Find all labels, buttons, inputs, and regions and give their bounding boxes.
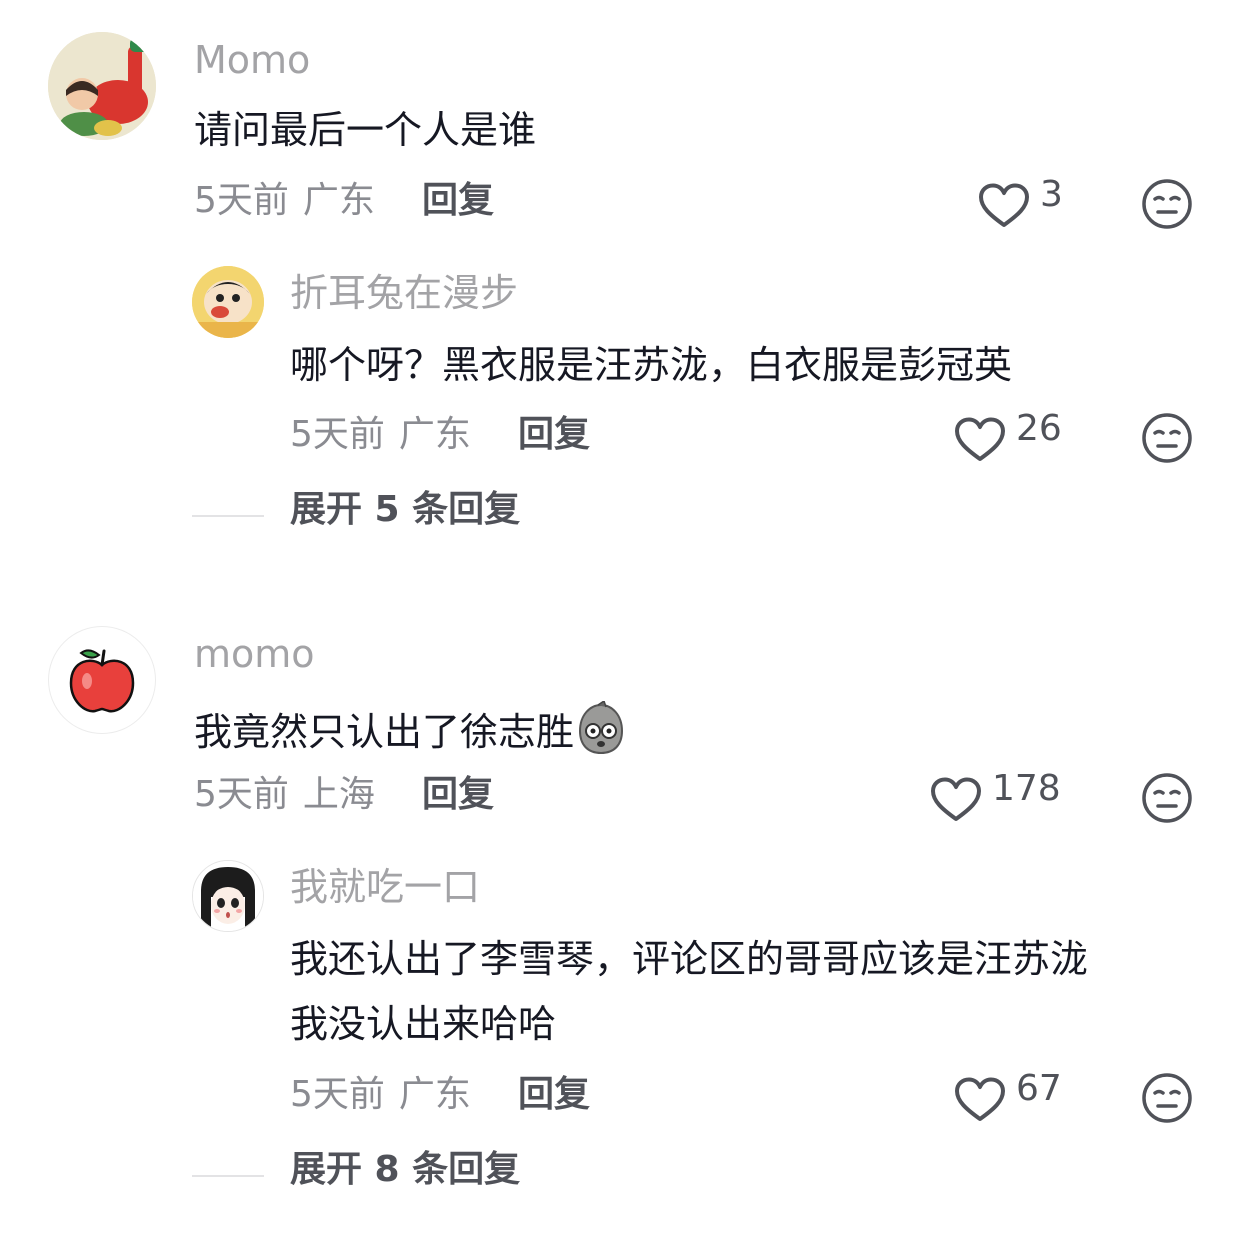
like-count: 178: [992, 768, 1061, 809]
comment-text-content: 我竟然只认出了徐志胜: [194, 710, 575, 754]
reply-button[interactable]: 回复: [422, 183, 494, 219]
comment-meta: 5天前 上海: [194, 777, 375, 813]
dislike-button[interactable]: [1141, 412, 1193, 468]
neutral-face-icon: [1142, 773, 1192, 823]
neutral-face-icon: [1142, 413, 1192, 463]
comment-meta: 5天前 广东: [194, 183, 375, 219]
heart-outline-icon: [955, 1077, 1005, 1121]
comment-username[interactable]: momo: [194, 635, 315, 673]
reply-button[interactable]: 回复: [422, 777, 494, 813]
heart-outline-icon: [979, 183, 1029, 227]
like-button[interactable]: 3: [978, 177, 1063, 229]
dislike-button[interactable]: [1141, 178, 1193, 234]
cartoon-avatar-icon: [192, 266, 264, 338]
heart-outline-icon: [931, 777, 981, 821]
anime-girl-avatar-icon: [193, 861, 263, 931]
avatar[interactable]: [48, 626, 156, 734]
expand-replies-button[interactable]: 展开 5 条回复: [290, 492, 520, 528]
reply-text-line-2: 我没认出来哈哈: [290, 1002, 557, 1046]
dislike-button[interactable]: [1141, 772, 1193, 828]
dislike-button[interactable]: [1141, 1072, 1193, 1128]
reply-location: 广东: [398, 1074, 471, 1115]
comment-location: 上海: [302, 774, 375, 815]
comment-username[interactable]: Momo: [194, 41, 310, 79]
like-count: 26: [1016, 408, 1062, 449]
expand-divider: [192, 1175, 264, 1177]
comment-text: 我竟然只认出了徐志胜: [194, 699, 626, 757]
avatar[interactable]: [192, 860, 264, 932]
like-button[interactable]: 67: [954, 1071, 1062, 1123]
reply-text: 哪个呀？黑衣服是汪苏泷，白衣服是彭冠英: [290, 343, 1013, 387]
like-button[interactable]: 26: [954, 411, 1062, 463]
reply-location: 广东: [398, 414, 471, 455]
reply-time: 5天前: [290, 414, 385, 455]
comment-location: 广东: [302, 180, 375, 221]
like-button[interactable]: 178: [930, 771, 1061, 823]
apple-icon: [69, 649, 135, 713]
comment-time: 5天前: [194, 774, 289, 815]
neutral-face-icon: [1142, 179, 1192, 229]
reply-time: 5天前: [290, 1074, 385, 1115]
comment-time: 5天前: [194, 180, 289, 221]
reply-button[interactable]: 回复: [518, 1077, 590, 1113]
avatar-photo-icon: [48, 32, 156, 140]
reply-username[interactable]: 折耳兔在漫步: [290, 274, 518, 312]
avatar[interactable]: [48, 32, 156, 140]
comment-text: 请问最后一个人是谁: [194, 108, 537, 152]
like-count: 3: [1040, 174, 1063, 215]
expand-divider: [192, 515, 264, 517]
heart-outline-icon: [955, 417, 1005, 461]
reply-meta: 5天前 广东: [290, 417, 471, 453]
neutral-face-icon: [1142, 1073, 1192, 1123]
like-count: 67: [1016, 1068, 1062, 1109]
reply-button[interactable]: 回复: [518, 417, 590, 453]
expand-replies-button[interactable]: 展开 8 条回复: [290, 1152, 520, 1188]
potato-emoji-icon: [579, 699, 624, 755]
avatar[interactable]: [192, 266, 264, 338]
reply-username[interactable]: 我就吃一口: [290, 868, 480, 906]
reply-meta: 5天前 广东: [290, 1077, 471, 1113]
reply-text-line-1: 我还认出了李雪琴，评论区的哥哥应该是汪苏泷: [290, 937, 1089, 981]
